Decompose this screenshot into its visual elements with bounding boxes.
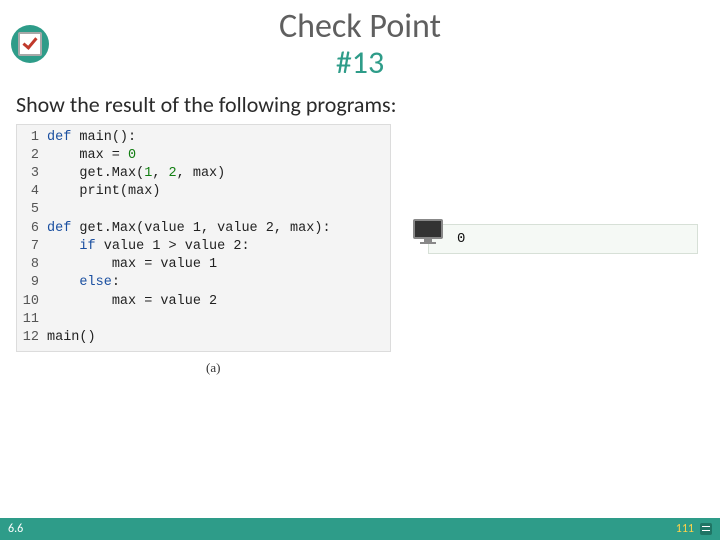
code-body: def main(): max = 0 get.Max(1, 2, max) p… [45,125,390,352]
page-number: 111 [676,522,694,536]
monitor-icon [410,219,446,255]
checkpoint-logo [11,25,49,63]
section-number: 6.6 [8,522,23,536]
title-line2: #13 [60,45,660,80]
output-value: 0 [457,231,465,247]
title-line1: Check Point [60,8,660,45]
line-number-gutter: 123456789101112 [17,125,45,352]
footer-bar: 6.6 111 [0,518,720,540]
code-block: 123456789101112 def main(): max = 0 get.… [16,124,391,353]
footer-menu-icon [700,523,712,535]
prompt-text: Show the result of the following program… [16,91,720,118]
slide-title: Check Point #13 [60,8,660,81]
output-panel: 0 [428,224,698,254]
figure-label: (a) [206,360,720,376]
